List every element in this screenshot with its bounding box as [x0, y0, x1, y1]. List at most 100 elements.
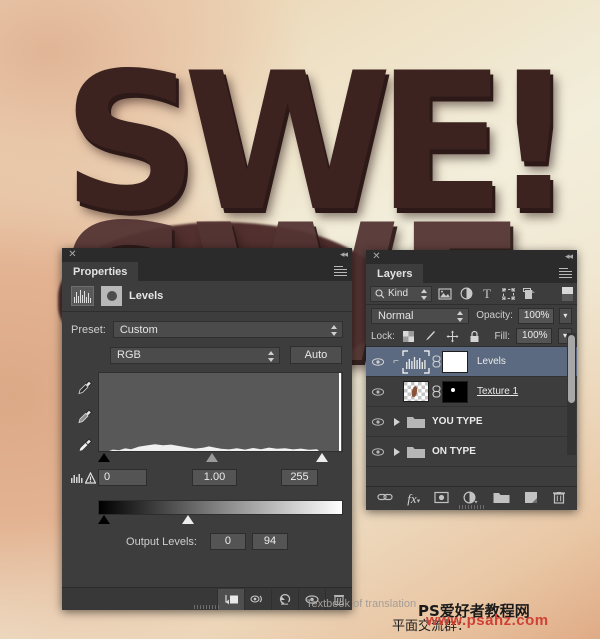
filter-toggle-switch[interactable]	[562, 286, 573, 301]
reset-button[interactable]	[271, 588, 298, 610]
levels-status-icons	[71, 471, 98, 484]
preview-toggle-button[interactable]	[244, 588, 271, 610]
channel-value: RGB	[117, 349, 141, 361]
input-white-value[interactable]: 255	[281, 469, 318, 486]
lock-transparent-pixels-icon[interactable]	[401, 329, 417, 344]
output-black-slider[interactable]	[98, 515, 110, 524]
lock-row: Lock: Fill: 100% ▾	[366, 326, 577, 347]
delete-adjustment-button[interactable]	[325, 588, 352, 610]
layers-panel: ✕ ◂◂ Layers Kind T Normal Opacity: 100% …	[366, 250, 577, 510]
group-expand-arrow-icon[interactable]	[390, 447, 404, 457]
layer-style-fx-icon[interactable]: fx▾	[407, 491, 420, 507]
panel-menu-icon[interactable]	[559, 268, 572, 279]
channel-select[interactable]: RGB	[110, 346, 280, 364]
group-expand-arrow-icon[interactable]	[390, 417, 404, 427]
layer-visibility-icon[interactable]	[366, 387, 390, 397]
list-item: ON TYPE	[432, 446, 476, 457]
texture-layer-thumbnail[interactable]	[402, 381, 430, 403]
auto-button[interactable]: Auto	[290, 346, 342, 364]
tab-layers[interactable]: Layers	[366, 264, 424, 283]
layer-visibility-icon[interactable]	[366, 447, 390, 457]
panel-menu-icon[interactable]	[334, 266, 347, 277]
output-white-value[interactable]: 94	[251, 533, 288, 550]
list-item: Levels	[477, 356, 506, 367]
histogram-area	[62, 372, 352, 464]
gray-point-eyedropper-icon[interactable]	[76, 407, 94, 425]
input-gamma-slider[interactable]	[206, 453, 218, 462]
visibility-button[interactable]	[298, 588, 325, 610]
input-black-slider[interactable]	[98, 453, 110, 462]
close-icon[interactable]: ✕	[68, 250, 77, 260]
chevron-updown-icon	[268, 350, 275, 362]
opacity-value[interactable]: 100%	[517, 307, 554, 324]
panel-resize-grip[interactable]	[458, 505, 485, 509]
layer-mask-thumbnail[interactable]	[442, 380, 468, 403]
layers-tabbar: Layers	[366, 264, 577, 283]
scrollbar-thumb[interactable]	[568, 335, 575, 403]
output-levels-slider-track[interactable]	[98, 515, 343, 526]
new-layer-icon[interactable]	[524, 491, 538, 507]
input-white-slider[interactable]	[316, 453, 328, 462]
lock-all-icon[interactable]	[467, 329, 483, 344]
black-point-eyedropper-icon[interactable]	[76, 378, 94, 396]
output-black-value[interactable]: 0	[209, 533, 246, 550]
smart-object-filter-icon[interactable]	[521, 286, 537, 301]
delete-layer-icon[interactable]	[552, 491, 566, 507]
adjustment-filter-icon[interactable]	[458, 286, 474, 301]
output-white-slider[interactable]	[182, 515, 194, 524]
filter-kind-label: Kind	[388, 288, 409, 299]
layer-visibility-icon[interactable]	[366, 417, 390, 427]
white-point-eyedropper-icon[interactable]	[76, 436, 94, 454]
layer-link-icon[interactable]	[430, 385, 442, 398]
type-filter-icon[interactable]: T	[479, 286, 495, 301]
histogram-clip-line	[339, 373, 341, 451]
blend-mode-select[interactable]: Normal	[371, 307, 470, 324]
panel-resize-grip[interactable]	[194, 605, 220, 609]
output-gradient-ramp	[98, 500, 343, 515]
collapse-icon[interactable]: ◂◂	[565, 252, 573, 261]
new-group-icon[interactable]	[493, 491, 510, 507]
layer-mask-thumbnail[interactable]	[442, 350, 468, 373]
blend-mode-row: Normal Opacity: 100% ▾	[366, 305, 577, 326]
histogram-curve	[99, 444, 319, 451]
input-levels-values-row: 0 1.00 255	[62, 469, 352, 486]
levels-layer-thumbnail[interactable]	[402, 349, 430, 374]
collapse-icon[interactable]: ◂◂	[340, 250, 348, 259]
search-icon	[375, 288, 385, 298]
pixel-filter-icon[interactable]	[437, 286, 453, 301]
preset-label: Preset:	[71, 323, 106, 336]
opacity-dropdown-button[interactable]: ▾	[558, 307, 572, 324]
input-gamma-value[interactable]: 1.00	[192, 469, 237, 486]
histogram-refresh-icon	[71, 473, 83, 483]
link-layers-icon[interactable]	[377, 491, 393, 506]
shape-filter-icon[interactable]	[500, 286, 516, 301]
input-black-value[interactable]: 0	[98, 469, 147, 486]
selection-brackets-icon	[402, 349, 430, 374]
chevron-updown-icon	[331, 325, 338, 336]
lock-image-pixels-icon[interactable]	[423, 329, 439, 344]
input-levels-slider-track[interactable]	[98, 453, 343, 464]
layer-mask-thumbnail-icon	[101, 286, 122, 306]
layer-link-icon[interactable]	[430, 355, 442, 368]
table-row[interactable]: Texture 1	[366, 377, 577, 407]
preset-select[interactable]: Custom	[112, 321, 343, 338]
filter-kind-select[interactable]: Kind	[370, 285, 432, 302]
table-row[interactable]: YOU TYPE	[366, 407, 577, 437]
list-item: YOU TYPE	[432, 416, 483, 427]
properties-panel: ✕ ◂◂ Properties Levels Preset: Custom RG…	[62, 248, 352, 610]
add-layer-mask-icon[interactable]	[434, 491, 449, 507]
properties-panel-titlebar: ✕ ◂◂	[62, 248, 352, 262]
fill-value[interactable]: 100%	[516, 328, 552, 344]
tab-properties[interactable]: Properties	[62, 262, 139, 281]
clip-to-layer-button[interactable]	[217, 588, 244, 610]
lock-label: Lock:	[371, 330, 395, 342]
layers-scrollbar[interactable]	[567, 333, 576, 455]
lock-position-icon[interactable]	[445, 329, 461, 344]
close-icon[interactable]: ✕	[372, 252, 381, 262]
opacity-label: Opacity:	[476, 310, 513, 321]
levels-title-row: Levels	[62, 281, 352, 312]
layer-visibility-icon[interactable]	[366, 357, 390, 367]
table-row[interactable]: ⌐ Levels	[366, 347, 577, 377]
layer-filter-row: Kind T	[366, 283, 577, 305]
table-row[interactable]: ON TYPE	[366, 437, 577, 467]
